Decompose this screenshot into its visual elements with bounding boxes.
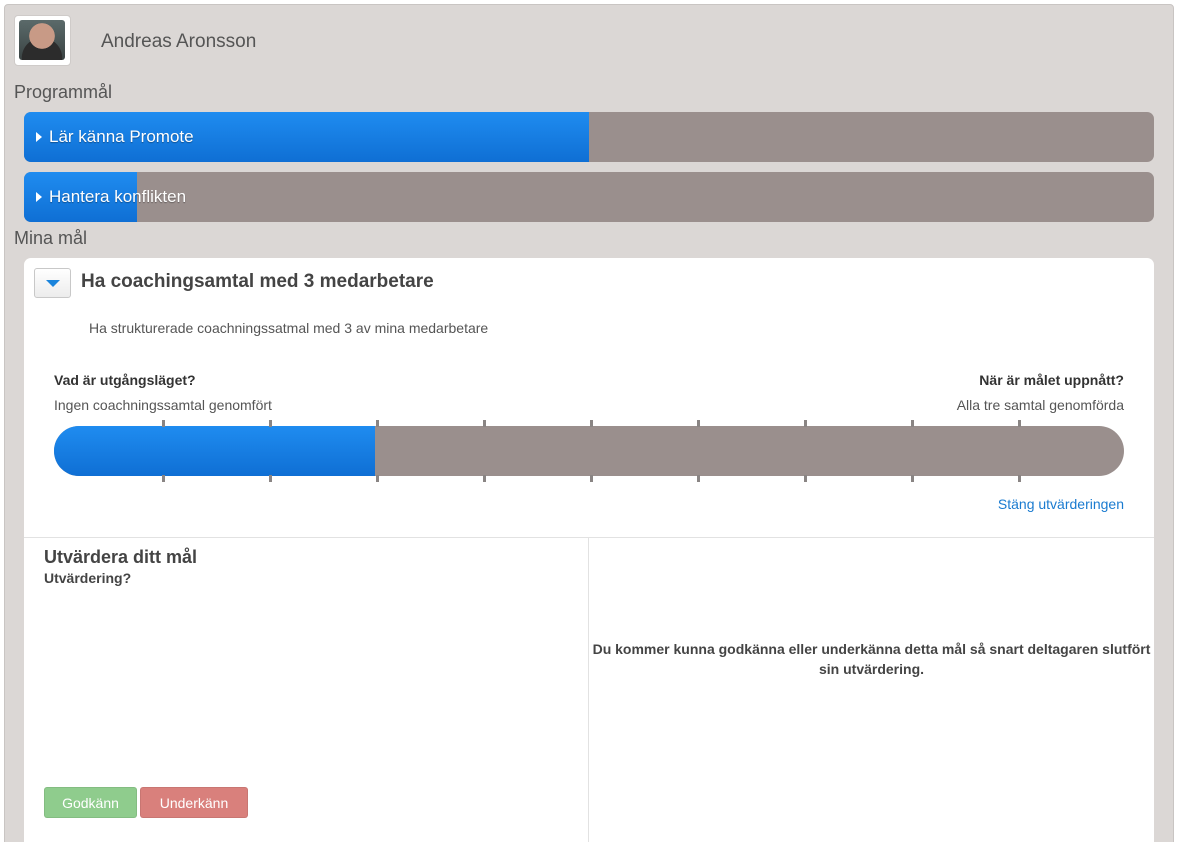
slider-tick <box>804 420 807 427</box>
slider-tick <box>590 420 593 427</box>
slider-tick <box>269 420 272 427</box>
slider-tick <box>911 420 914 427</box>
slider-tick <box>804 475 807 482</box>
slider-tick <box>483 475 486 482</box>
avatar <box>14 15 71 66</box>
close-evaluation-link[interactable]: Stäng utvärderingen <box>998 496 1124 512</box>
program-goal-2[interactable]: Hantera konflikten <box>24 172 1154 222</box>
caret-down-icon <box>45 279 60 287</box>
avatar-photo <box>19 20 65 60</box>
evaluation-info-message: Du kommer kunna godkänna eller underkänn… <box>592 641 1151 677</box>
goal-title: Ha coachingsamtal med 3 medarbetare <box>81 271 434 292</box>
evaluation-subtitle: Utvärdering? <box>44 570 132 586</box>
goal-progress-slider[interactable] <box>54 420 1124 482</box>
slider-tick <box>697 420 700 427</box>
program-goal-2-label: Hantera konflikten <box>49 187 187 206</box>
start-question: Vad är utgångsläget? <box>54 372 196 388</box>
slider-tick <box>162 420 165 427</box>
goal-description: Ha strukturerade coachningssatmal med 3 … <box>89 320 489 336</box>
divider <box>588 538 589 842</box>
user-name: Andreas Aronsson <box>101 31 257 52</box>
slider-tick <box>1018 475 1021 482</box>
slider-tick <box>162 475 165 482</box>
reject-button[interactable]: Underkänn <box>140 787 248 818</box>
caret-right-icon <box>36 132 42 142</box>
program-goals-heading: Programmål <box>14 82 113 102</box>
divider <box>24 537 1154 538</box>
slider-tick <box>590 475 593 482</box>
slider-tick <box>376 475 379 482</box>
my-goals-heading: Mina mål <box>14 228 88 248</box>
start-answer: Ingen coachningssamtal genomfört <box>54 397 272 413</box>
slider-tick <box>483 420 486 427</box>
goal-progress-track <box>54 426 1124 476</box>
slider-tick <box>697 475 700 482</box>
end-question: När är målet uppnått? <box>979 372 1124 388</box>
slider-tick <box>376 420 379 427</box>
program-goal-1[interactable]: Lär känna Promote <box>24 112 1154 162</box>
slider-tick <box>1018 420 1021 427</box>
caret-right-icon <box>36 192 42 202</box>
goal-card: Ha coachingsamtal med 3 medarbetare Ha s… <box>24 258 1154 842</box>
collapse-goal-button[interactable] <box>34 268 71 298</box>
slider-tick <box>911 475 914 482</box>
end-answer: Alla tre samtal genomförda <box>956 397 1124 413</box>
approve-button[interactable]: Godkänn <box>44 787 137 818</box>
evaluation-title: Utvärdera ditt mål <box>44 547 198 567</box>
slider-tick <box>269 475 272 482</box>
goal-progress-fill <box>54 426 375 476</box>
program-goal-1-label: Lär känna Promote <box>49 127 194 146</box>
